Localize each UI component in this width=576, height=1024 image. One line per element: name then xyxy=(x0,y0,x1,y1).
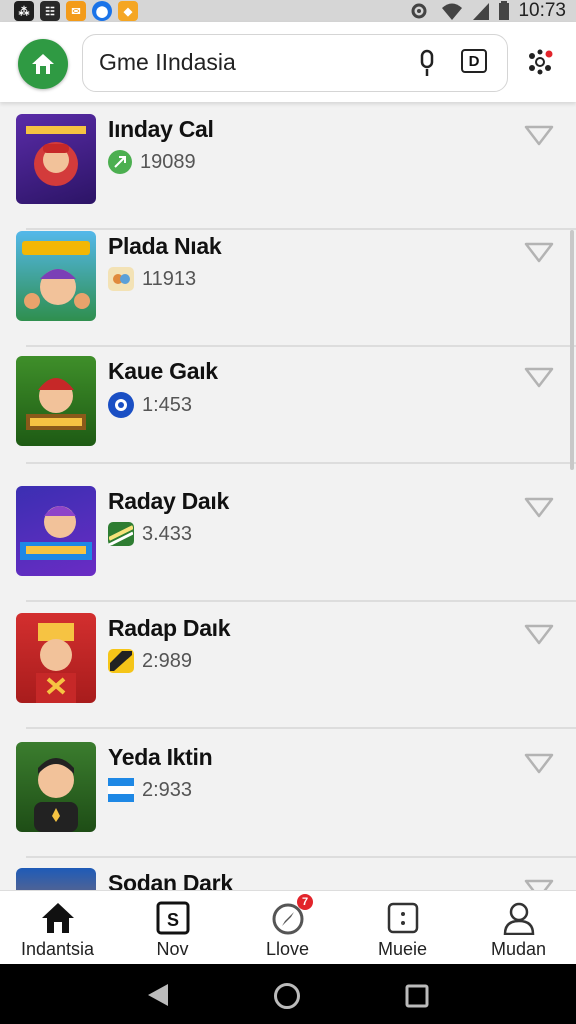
nav-item-mudan[interactable]: Mudan xyxy=(461,891,576,965)
game-meta: 3.433 xyxy=(108,522,192,546)
list-item[interactable]: Iınday Cal 19089 xyxy=(0,114,576,242)
blue-globe-icon xyxy=(108,392,134,418)
nav-label: Nov xyxy=(156,939,189,959)
mini-game-icon xyxy=(108,267,134,291)
status-bar: ⁂ ☷ ✉ ⬤ ◆ 10:73 xyxy=(0,0,576,22)
game-thumbnail[interactable] xyxy=(16,613,96,703)
game-thumbnail[interactable] xyxy=(16,356,96,446)
game-meta: 1:453 xyxy=(108,392,192,418)
game-thumbnail[interactable] xyxy=(16,868,96,890)
search-input[interactable]: Gme IIndasia xyxy=(99,49,236,76)
game-list: Iınday Cal 19089 Plada Nıak 11913 Kaue G… xyxy=(0,102,576,890)
game-meta: 19089 xyxy=(108,150,196,174)
divider xyxy=(26,856,576,858)
list-item[interactable]: Yeda Iktin 2:933 xyxy=(0,742,576,870)
game-title: Plada Nıak xyxy=(108,233,222,259)
nav-label: Indantsia xyxy=(20,939,95,959)
bottom-navigation: Indantsia S Nov 7 Llove Mueie Mudan xyxy=(0,890,576,965)
signal-icon xyxy=(473,3,490,20)
list-item[interactable]: Radap Daık 2:989 xyxy=(0,613,576,741)
nav-item-home[interactable]: Indantsia xyxy=(0,891,115,965)
flag-badge-icon xyxy=(108,778,134,802)
settings-icon xyxy=(411,3,427,19)
game-thumbnail[interactable] xyxy=(16,486,96,576)
divider xyxy=(26,600,576,602)
mic-icon[interactable] xyxy=(419,49,435,77)
list-item[interactable]: Kaue Gaık 1:453 xyxy=(0,356,576,484)
game-count: 19089 xyxy=(140,150,196,173)
game-count: 2:989 xyxy=(142,649,193,672)
divider xyxy=(26,345,576,347)
chevron-down-icon[interactable] xyxy=(524,496,554,518)
striped-badge-icon xyxy=(108,522,134,546)
game-meta: 11913 xyxy=(108,267,196,291)
chevron-down-icon[interactable] xyxy=(524,623,554,645)
search-bar[interactable]: Gme IIndasia D xyxy=(82,34,508,92)
d-button[interactable]: D xyxy=(461,49,487,73)
gallery-notification-icon: ☷ xyxy=(40,1,60,21)
share-dots-icon[interactable] xyxy=(524,46,556,78)
clock: 10:73 xyxy=(518,0,566,21)
battery-icon xyxy=(499,1,510,20)
store-notification-icon: ◆ xyxy=(118,1,138,21)
game-title: Sodan Dark xyxy=(108,870,233,890)
yellow-badge-icon xyxy=(108,649,134,673)
house-icon xyxy=(32,54,54,74)
nav-label: Mueie xyxy=(377,939,428,959)
nav-label: Llove xyxy=(265,939,310,959)
game-thumbnail[interactable] xyxy=(16,742,96,832)
game-title: Yeda Iktin xyxy=(108,744,213,770)
s-box-icon: S xyxy=(156,901,189,935)
system-navigation-bar xyxy=(0,964,576,1024)
green-arrow-icon xyxy=(108,150,132,174)
game-title: Iınday Cal xyxy=(108,116,214,142)
svg-text:S: S xyxy=(166,910,178,930)
game-title: Radap Daık xyxy=(108,615,231,641)
app-notification-icon: ⁂ xyxy=(14,1,34,21)
dotted-box-icon xyxy=(387,902,418,934)
game-title: Raday Daık xyxy=(108,488,230,514)
mail-notification-icon: ✉ xyxy=(66,1,86,21)
home-button[interactable] xyxy=(18,39,68,89)
person-icon xyxy=(503,902,534,935)
back-icon[interactable] xyxy=(146,982,170,1008)
game-count: 3.433 xyxy=(142,522,193,545)
game-count: 1:453 xyxy=(142,393,193,416)
chevron-down-icon[interactable] xyxy=(524,878,554,890)
game-count: 2:933 xyxy=(142,778,193,801)
list-item[interactable]: Raday Daık 3.433 xyxy=(0,486,576,614)
game-meta: 2:933 xyxy=(108,778,192,802)
chevron-down-icon[interactable] xyxy=(524,366,554,388)
home-icon xyxy=(41,903,74,933)
top-app-bar: Gme IIndasia D xyxy=(0,22,576,102)
game-title: Kaue Gaık xyxy=(108,358,218,384)
home-circle-icon[interactable] xyxy=(273,982,301,1010)
chevron-down-icon[interactable] xyxy=(524,124,554,146)
nav-item-mueie[interactable]: Mueie xyxy=(345,891,460,965)
notification-badge: 7 xyxy=(297,894,313,910)
game-meta: 2:989 xyxy=(108,649,192,673)
browser-notification-icon: ⬤ xyxy=(92,1,112,21)
game-thumbnail[interactable] xyxy=(16,114,96,204)
divider xyxy=(26,462,576,464)
chevron-down-icon[interactable] xyxy=(524,752,554,774)
list-item[interactable]: Sodan Dark xyxy=(0,868,576,890)
game-count: 11913 xyxy=(142,267,197,290)
nav-label: Mudan xyxy=(490,939,547,959)
chevron-down-icon[interactable] xyxy=(524,241,554,263)
nav-item-llove[interactable]: 7 Llove xyxy=(230,891,345,965)
wifi-icon xyxy=(442,3,463,20)
nav-item-nov[interactable]: S Nov xyxy=(115,891,230,965)
list-item[interactable]: Plada Nıak 11913 xyxy=(0,231,576,359)
recents-icon[interactable] xyxy=(405,984,429,1008)
divider xyxy=(26,727,576,729)
game-thumbnail[interactable] xyxy=(16,231,96,321)
divider xyxy=(26,228,576,230)
scrollbar[interactable] xyxy=(570,230,574,470)
notification-icons: ⁂ ☷ ✉ ⬤ ◆ xyxy=(14,1,138,21)
